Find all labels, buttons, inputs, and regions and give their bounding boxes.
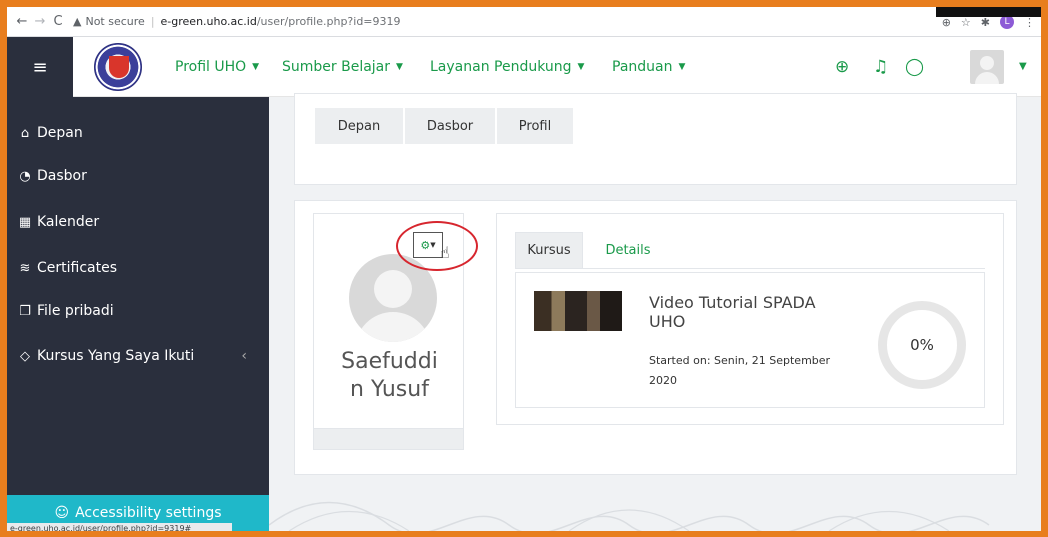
gear-icon: ⚙ xyxy=(420,238,431,252)
calendar-icon: ▦ xyxy=(18,214,32,230)
security-label: Not secure xyxy=(85,15,145,28)
breadcrumb-card: Depan Dasbor Profil xyxy=(294,93,1017,185)
menu-label: Profil UHO xyxy=(175,59,247,75)
chevron-left-icon[interactable]: ‹ xyxy=(241,348,247,364)
course-thumbnail[interactable] xyxy=(534,291,622,331)
user-avatar[interactable] xyxy=(970,50,1004,84)
sidebar-item-depan[interactable]: ⌂ Depan xyxy=(17,125,83,141)
main-content: Depan Dasbor Profil Saefuddi n Yusuf ⚙ ▼ … xyxy=(269,93,1041,531)
address-bar[interactable]: ▲ Not secure | e-green.uho.ac.id /user/p… xyxy=(73,11,401,33)
course-start-line1: Started on: Senin, 21 September xyxy=(649,354,831,367)
profile-name-line2: n Yusuf xyxy=(350,377,429,402)
course-start-date: Started on: Senin, 21 September 2020 xyxy=(649,351,839,391)
browser-toolbar: ← → C ▲ Not secure | e-green.uho.ac.id /… xyxy=(7,7,1041,37)
bell-icon[interactable]: ♫ xyxy=(873,57,888,77)
certificate-icon: ≋ xyxy=(19,260,31,276)
course-title-line1: Video Tutorial SPADA xyxy=(649,293,816,312)
star-icon[interactable]: ☆ xyxy=(961,16,971,29)
tab-details[interactable]: Details xyxy=(593,232,663,268)
course-title-line2: UHO xyxy=(649,312,686,331)
chat-icon[interactable]: ◯ xyxy=(905,57,924,77)
caret-down-icon: ▼ xyxy=(430,241,436,249)
dashboard-icon: ◔ xyxy=(19,168,31,184)
profile-name: Saefuddi n Yusuf xyxy=(314,348,465,404)
sidebar: ⌂ Depan ◔ Dasbor ▦ Kalender ≋ Certificates ❐… xyxy=(7,97,269,531)
caret-down-icon: ▼ xyxy=(577,62,585,72)
caret-down-icon: ▼ xyxy=(678,62,686,72)
menu-label: Sumber Belajar xyxy=(282,59,391,75)
menu-panduan[interactable]: Panduan ▼ xyxy=(612,37,685,97)
course-item[interactable]: Video Tutorial SPADA UHO Started on: Sen… xyxy=(515,272,985,408)
menu-label: Panduan xyxy=(612,59,673,75)
graduation-cap-icon: ◇ xyxy=(20,348,30,364)
tab-divider xyxy=(515,268,985,269)
files-icon: ❐ xyxy=(19,303,31,319)
extensions-icon[interactable]: ✱ xyxy=(981,16,990,29)
hand-cursor-icon: ☝ xyxy=(440,243,450,262)
back-button[interactable]: ← xyxy=(13,14,31,29)
accessibility-icon: ☺ xyxy=(54,505,70,521)
home-icon: ⌂ xyxy=(20,125,30,141)
caret-down-icon: ▼ xyxy=(396,62,403,72)
status-bar-url: e-green.uho.ac.id/user/profile.php?id=93… xyxy=(7,523,232,531)
course-start-line2: 2020 xyxy=(649,374,677,387)
profile-name-line1: Saefuddi xyxy=(341,349,438,374)
sidebar-item-kursus[interactable]: ◇ Kursus Yang Saya Ikuti ‹ xyxy=(17,348,247,364)
url-separator: | xyxy=(150,15,155,28)
menu-label: Layanan Pendukung xyxy=(430,59,572,75)
hamburger-menu-icon[interactable]: ≡ xyxy=(7,37,73,97)
sidebar-item-label: Depan xyxy=(37,125,83,141)
course-progress-ring: 0% xyxy=(878,301,966,389)
sidebar-item-label: Kalender xyxy=(37,214,100,230)
course-panel: Kursus Details Video Tutorial SPADA UHO … xyxy=(496,213,1004,425)
warning-icon: ▲ xyxy=(73,15,82,28)
tab-kursus[interactable]: Kursus xyxy=(515,232,583,268)
profile-settings-button[interactable]: ⚙ ▼ xyxy=(413,232,443,258)
accessibility-label: Accessibility settings xyxy=(75,505,222,521)
profile-panel-footer xyxy=(313,428,464,450)
zoom-icon[interactable]: ⊕ xyxy=(942,16,951,29)
menu-sumber-belajar[interactable]: Sumber Belajar ▼ xyxy=(282,37,403,97)
sidebar-item-kalender[interactable]: ▦ Kalender xyxy=(17,214,99,230)
globe-icon[interactable]: ⊕ xyxy=(835,57,849,77)
url-path: /user/profile.php?id=9319 xyxy=(256,15,401,28)
profile-avatar-icon[interactable]: L xyxy=(1000,15,1014,29)
window-controls-bar xyxy=(936,7,1041,17)
caret-down-icon: ▼ xyxy=(252,62,260,72)
sidebar-item-label: Dasbor xyxy=(37,168,87,184)
sidebar-item-label: Certificates xyxy=(37,260,118,276)
sidebar-item-dasbor[interactable]: ◔ Dasbor xyxy=(17,168,87,184)
breadcrumb-profil: Profil xyxy=(497,108,573,144)
menu-layanan-pendukung[interactable]: Layanan Pendukung ▼ xyxy=(430,37,584,97)
breadcrumb-dasbor[interactable]: Dasbor xyxy=(405,108,495,144)
sidebar-item-certificates[interactable]: ≋ Certificates xyxy=(17,260,117,276)
forward-button[interactable]: → xyxy=(31,14,49,29)
reload-button[interactable]: C xyxy=(49,14,67,29)
breadcrumb-depan[interactable]: Depan xyxy=(315,108,403,144)
sidebar-item-file-pribadi[interactable]: ❐ File pribadi xyxy=(17,303,114,319)
sidebar-item-label: File pribadi xyxy=(37,303,114,319)
site-navbar: ≡ Profil UHO ▼ Sumber Belajar ▼ Layanan Pe… xyxy=(7,37,1041,97)
sidebar-item-label: Kursus Yang Saya Ikuti xyxy=(37,348,195,364)
course-title[interactable]: Video Tutorial SPADA UHO xyxy=(649,293,849,331)
background-pattern xyxy=(269,501,990,531)
university-logo[interactable] xyxy=(94,43,142,91)
kebab-menu-icon[interactable]: ⋮ xyxy=(1024,16,1035,29)
menu-profil-uho[interactable]: Profil UHO ▼ xyxy=(175,37,259,97)
user-menu-caret-icon[interactable]: ▼ xyxy=(1019,61,1027,72)
url-host: e-green.uho.ac.id xyxy=(160,15,257,28)
screenshot-frame: ← → C ▲ Not secure | e-green.uho.ac.id /… xyxy=(7,7,1041,531)
course-progress-label: 0% xyxy=(910,336,934,354)
